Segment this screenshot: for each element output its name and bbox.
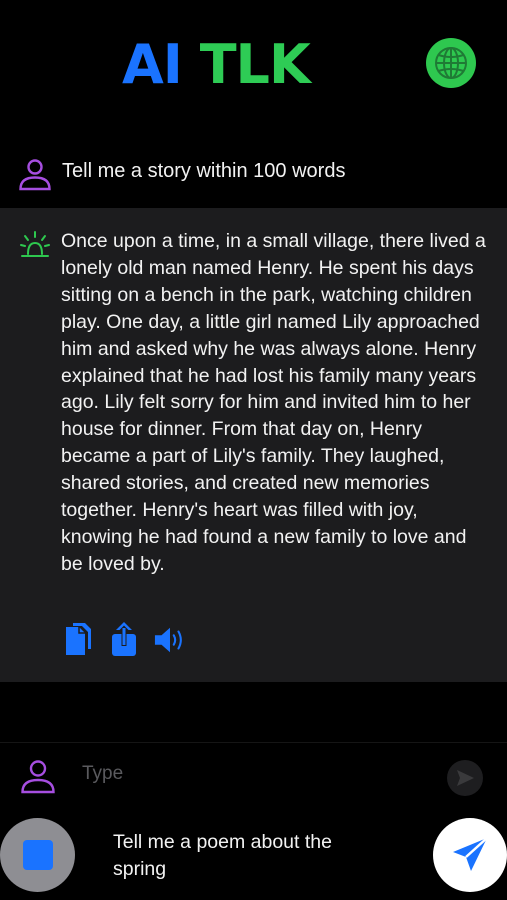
speak-button[interactable] <box>154 622 186 658</box>
ai-message: Once upon a time, in a small village, th… <box>0 208 507 682</box>
user-icon <box>19 159 51 191</box>
user-message-text: Tell me a story within 100 words <box>62 160 346 182</box>
send-inline-button[interactable] <box>447 760 483 796</box>
globe-button[interactable] <box>426 38 476 88</box>
message-actions <box>62 622 186 662</box>
app-header: AI TLK <box>0 0 507 130</box>
copy-icon <box>66 623 91 655</box>
paper-plane-icon <box>453 837 488 871</box>
send-icon <box>457 770 474 786</box>
composer-divider <box>0 742 507 743</box>
speaker-icon <box>154 627 182 653</box>
ai-response-text: Once upon a time, in a small village, th… <box>61 230 486 575</box>
share-icon <box>112 622 136 656</box>
share-button[interactable] <box>108 622 140 658</box>
send-button[interactable] <box>433 818 507 892</box>
ai-icon <box>20 231 50 257</box>
user-message: Tell me a story within 100 words <box>0 145 507 205</box>
app-logo: AI TLK <box>122 30 311 100</box>
stop-button[interactable] <box>0 818 75 892</box>
copy-button[interactable] <box>62 622 94 658</box>
stop-icon <box>22 840 53 870</box>
logo-ai: AI <box>122 33 183 96</box>
user-avatar-icon <box>21 760 55 794</box>
globe-icon <box>435 47 467 79</box>
suggested-prompt[interactable]: Tell me a poem about the spring <box>113 829 343 883</box>
logo-tlk: TLK <box>199 33 311 96</box>
message-input[interactable] <box>82 760 412 788</box>
